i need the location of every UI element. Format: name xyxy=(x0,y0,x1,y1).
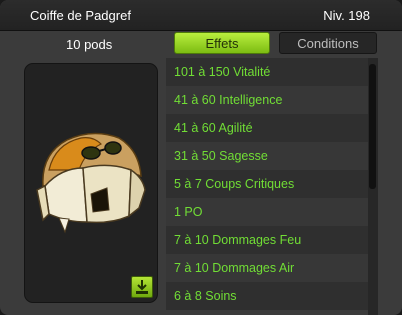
effect-row: 5 à 7 Coups Critiques xyxy=(166,170,368,198)
effect-row: 1 PO xyxy=(166,198,368,226)
effect-row: 6 à 8 Soins xyxy=(166,282,368,310)
effect-row: 41 à 60 Agilité xyxy=(166,114,368,142)
title-bar: Coiffe de Padgref Niv. 198 xyxy=(0,0,402,31)
effect-row: 7 à 10 Dommages Feu xyxy=(166,226,368,254)
item-level: Niv. 198 xyxy=(323,8,370,23)
helmet-icon xyxy=(36,132,146,234)
effect-row: 101 à 150 Vitalité xyxy=(166,58,368,86)
scrollbar-thumb[interactable] xyxy=(369,64,376,189)
effects-scrollbar[interactable] xyxy=(368,58,378,315)
item-details-panel: Coiffe de Padgref Niv. 198 10 pods Effet… xyxy=(0,0,402,315)
equip-arrow-icon xyxy=(136,280,148,294)
item-image-frame xyxy=(24,63,158,303)
effect-row: 41 à 60 Intelligence xyxy=(166,86,368,114)
equip-button[interactable] xyxy=(131,276,153,298)
tab-effets[interactable]: Effets xyxy=(174,32,270,54)
effects-list: 101 à 150 Vitalité 41 à 60 Intelligence … xyxy=(166,58,368,315)
item-name: Coiffe de Padgref xyxy=(30,8,131,23)
item-weight: 10 pods xyxy=(66,37,113,52)
tab-conditions[interactable]: Conditions xyxy=(279,32,377,54)
effect-row: 7 à 10 Dommages Air xyxy=(166,254,368,282)
effect-row: 31 à 50 Sagesse xyxy=(166,142,368,170)
